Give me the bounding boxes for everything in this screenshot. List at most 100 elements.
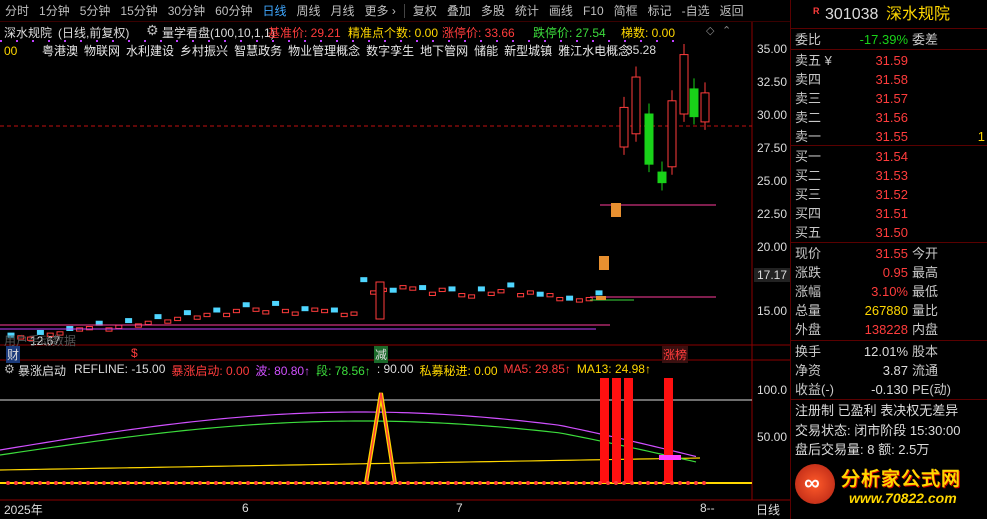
bid-label: 买五 — [795, 225, 822, 240]
stat-value: 31.55 — [875, 246, 908, 261]
candle — [409, 286, 417, 291]
marker-finance[interactable]: 财 — [6, 346, 21, 363]
candle — [419, 285, 427, 291]
stat-value: -0.130 — [871, 382, 908, 397]
stat-label-2: 量比 — [912, 303, 939, 318]
stock-name: 深水规院 — [886, 6, 951, 23]
ask-row[interactable]: 卖一 31.55 1 — [791, 127, 987, 146]
y-tick-label: 32.50 — [757, 75, 788, 89]
stat-row: 现价 31.55 今开 — [791, 244, 987, 263]
after-hours-text: 盘后交易量: 8 额: 2.5万 — [795, 442, 930, 457]
stat-value: 12.01% — [863, 344, 908, 359]
bid-row[interactable]: 买五 31.50 — [791, 223, 987, 242]
bid-label: 买二 — [795, 168, 822, 183]
trading-app: 分时 1分钟 5分钟 15分钟 30分钟 60分钟 日线 周线 月线 更多 › … — [0, 0, 987, 519]
bid-row[interactable]: 买二 31.53 — [791, 166, 987, 185]
ask-row[interactable]: 卖三 31.57 — [791, 89, 987, 108]
candle — [526, 290, 534, 295]
marker-rise-list[interactable]: 涨榜 — [662, 346, 689, 363]
stat-label-2: 内盘 — [912, 322, 939, 337]
marker-dollar[interactable]: $ — [131, 346, 138, 360]
candle — [321, 308, 329, 314]
candle — [125, 318, 133, 324]
candle — [477, 286, 485, 292]
stat-value: 138228 — [864, 322, 908, 337]
subchart-legend-item: MA13: 24.98↑ — [576, 362, 651, 376]
y-tick-label: 15.00 — [757, 304, 788, 318]
subchart-legend-item: MA5: 29.85↑ — [503, 362, 571, 376]
candle — [144, 320, 152, 326]
kline-chart[interactable] — [0, 0, 790, 519]
y-tick-label: 35.00 — [757, 42, 788, 56]
subchart-legend-item: : 90.00 — [376, 362, 414, 376]
candle — [644, 113, 654, 165]
stat-value: 267880 — [864, 303, 908, 318]
candle — [448, 286, 456, 292]
candle — [311, 307, 319, 312]
stat-label: 外盘 — [795, 322, 822, 337]
x-axis-label: 6 — [242, 501, 249, 515]
candle — [223, 312, 231, 318]
ask-label: 卖二 — [795, 110, 822, 125]
marker-reduce[interactable]: 减 — [374, 346, 389, 363]
ask-row[interactable]: 卖五 ¥ 31.59 — [791, 51, 987, 70]
weibi-value: -17.39% — [859, 32, 908, 47]
subchart-legend-item: 段: 78.56↑ — [316, 364, 371, 378]
candle — [330, 307, 338, 313]
candle — [262, 310, 270, 315]
ask-row[interactable]: 卖二 31.56 — [791, 108, 987, 127]
candle — [487, 291, 495, 297]
high-price-annotation: 35.28 — [626, 43, 657, 57]
candle — [546, 293, 554, 298]
ad-url: www.70822.com — [849, 490, 957, 506]
stat-value: 3.87 — [882, 363, 908, 378]
weibi-row: 委比 -17.39% 委差 — [791, 30, 987, 49]
candle — [252, 307, 260, 312]
bid-label: 买一 — [795, 149, 822, 164]
subchart-name[interactable]: 暴涨启动 — [18, 362, 66, 379]
candle — [134, 323, 142, 328]
candle — [631, 76, 641, 135]
candle — [468, 294, 476, 299]
stat-row: 涨幅 3.10% 最低 — [791, 282, 987, 301]
ad-banner[interactable]: ∞ 分析家公式网 www.70822.com — [793, 462, 986, 516]
divider — [791, 399, 987, 400]
candle — [272, 300, 280, 306]
quote-panel: R 301038 深水规院 委比 -17.39% 委差 卖五 ¥ 31.59 卖四 3… — [790, 0, 987, 519]
stat-value: 0.95 — [882, 265, 908, 280]
y-tick-label: 25.00 — [757, 174, 788, 188]
divider — [791, 49, 987, 50]
candle — [575, 298, 583, 303]
candle — [667, 100, 677, 168]
bid-price: 31.50 — [875, 225, 908, 240]
stock-tags: 注册制 已盈利 表决权无差异 — [791, 401, 987, 420]
subchart-legend-item: 私募秘进: 0.00 — [419, 364, 498, 378]
stat-label: 换手 — [795, 344, 822, 359]
candle — [536, 291, 544, 297]
weibi-label: 委比 — [795, 32, 822, 47]
candle — [700, 92, 710, 123]
ask-row[interactable]: 卖四 31.58 — [791, 70, 987, 89]
bid-price: 31.51 — [875, 206, 908, 221]
y-tick-label: 22.50 — [757, 207, 788, 221]
stat-label-2: PE(动) — [912, 382, 952, 397]
after-hours: 盘后交易量: 8 额: 2.5万 — [791, 440, 987, 459]
stat-label: 涨跌 — [795, 265, 822, 280]
stat-row: 换手 12.01% 股本 — [791, 342, 987, 361]
stat-label: 收益(-) — [795, 382, 834, 397]
stat-row: 净资 3.87 流通 — [791, 361, 987, 380]
ask-price: 31.57 — [875, 91, 908, 106]
candle — [438, 287, 446, 293]
bid-row[interactable]: 买一 31.54 — [791, 147, 987, 166]
stat-label: 总量 — [795, 303, 822, 318]
ask-label: 卖一 — [795, 129, 822, 144]
y-tick-label: 30.00 — [757, 108, 788, 122]
subchart-legend-item: 暴涨启动: 0.00 — [171, 364, 250, 378]
x-axis-period-label: 日线 — [756, 503, 781, 517]
bid-row[interactable]: 买三 31.52 — [791, 185, 987, 204]
subchart-gear-icon[interactable]: ⚙ — [4, 362, 15, 376]
bid-row[interactable]: 买四 31.51 — [791, 204, 987, 223]
candle — [242, 302, 250, 308]
candle — [115, 324, 123, 330]
candle — [154, 314, 162, 320]
